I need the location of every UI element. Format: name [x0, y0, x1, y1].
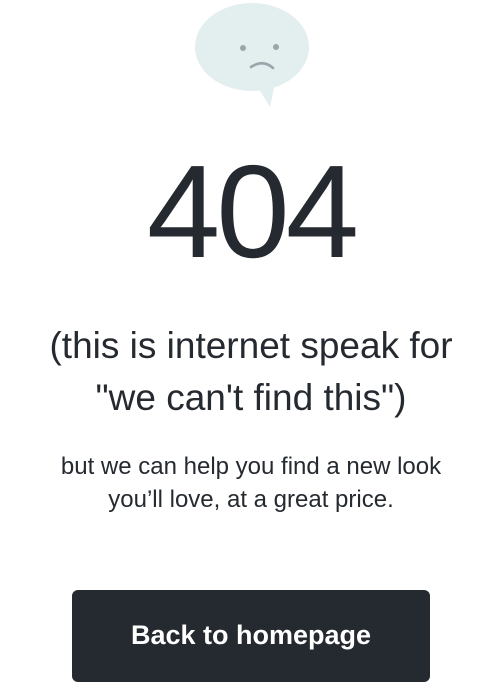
help-line-2: you’ll love, at a great price. — [108, 486, 394, 513]
help-message: but we can help you find a new look you’… — [0, 450, 502, 516]
explanation-line-2: "we can't find this") — [95, 377, 407, 418]
back-to-homepage-button[interactable]: Back to homepage — [72, 590, 430, 682]
explanation-line-1: (this is internet speak for — [49, 325, 453, 366]
not-found-page: 404 (this is internet speak for "we can'… — [0, 0, 502, 682]
error-explanation: (this is internet speak for "we can't fi… — [0, 320, 502, 424]
help-line-1: but we can help you find a new look — [60, 453, 442, 480]
error-code: 404 — [146, 138, 359, 285]
sad-speech-bubble-icon — [192, 1, 312, 109]
